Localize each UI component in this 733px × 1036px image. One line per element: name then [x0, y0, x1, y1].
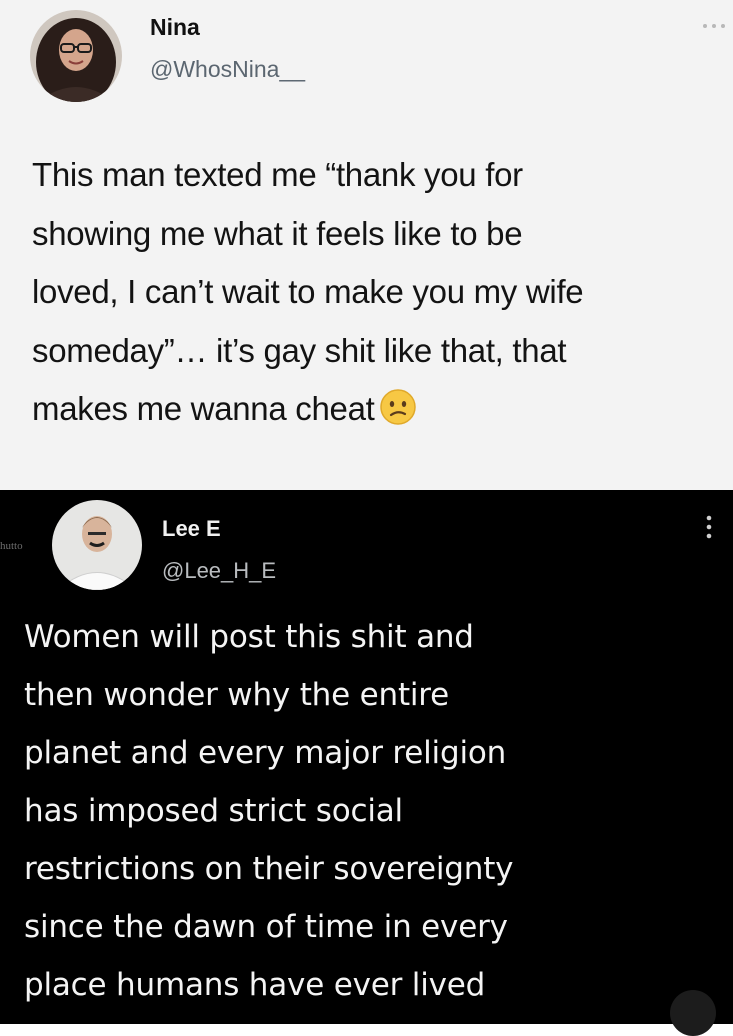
profile-photo-icon: [30, 10, 122, 102]
user-handle[interactable]: @WhosNina__: [150, 56, 305, 83]
display-name[interactable]: Nina: [150, 14, 200, 41]
more-horizontal-icon[interactable]: [700, 16, 728, 36]
display-name[interactable]: Lee E: [162, 516, 221, 542]
tweet-text-line: showing me what it feels like to be: [32, 214, 523, 252]
avatar-overlay-text: hutto: [0, 540, 23, 552]
tweet-text-line: makes me wanna cheat: [32, 390, 375, 427]
user-handle[interactable]: @Lee_H_E: [162, 558, 276, 584]
tweet-text-line: Women will post this shit and: [24, 619, 474, 655]
confused-face-emoji-icon: [379, 389, 416, 425]
tweet-text-line: restrictions on their sovereignty: [24, 851, 514, 887]
partial-avatar-circle: [670, 990, 716, 1036]
tweet-text-line: since the dawn of time in every: [24, 909, 508, 945]
tweet-text-line: planet and every major religion: [24, 735, 507, 771]
tweet-card-nina: Nina @WhosNina__ This man texted me “tha…: [0, 0, 733, 490]
tweet-text-line-last: makes me wanna cheat: [32, 380, 724, 439]
tweet-text-line: has imposed strict social: [24, 793, 403, 829]
tweet-text: Women will post this shit and then wonde…: [24, 608, 724, 1014]
avatar-lee[interactable]: [52, 500, 142, 590]
tweet-text-line: This man texted me “thank you for: [32, 156, 523, 193]
tweet-text-line: loved, I can’t wait to make you my wife: [32, 273, 584, 310]
tweet-text: This man texted me “thank you for showin…: [32, 146, 724, 439]
more-vertical-icon[interactable]: [702, 512, 716, 542]
tweet-text-line: then wonder why the entire: [24, 677, 450, 713]
tweet-text-line: someday”… it’s gay shit like that, that: [32, 331, 567, 369]
avatar-nina[interactable]: [30, 10, 122, 102]
tweet-text-line: place humans have ever lived: [24, 967, 486, 1003]
profile-photo-icon: [52, 500, 142, 590]
tweet-card-lee: hutto Lee E @Lee_H_E Women will post thi…: [0, 490, 733, 1036]
